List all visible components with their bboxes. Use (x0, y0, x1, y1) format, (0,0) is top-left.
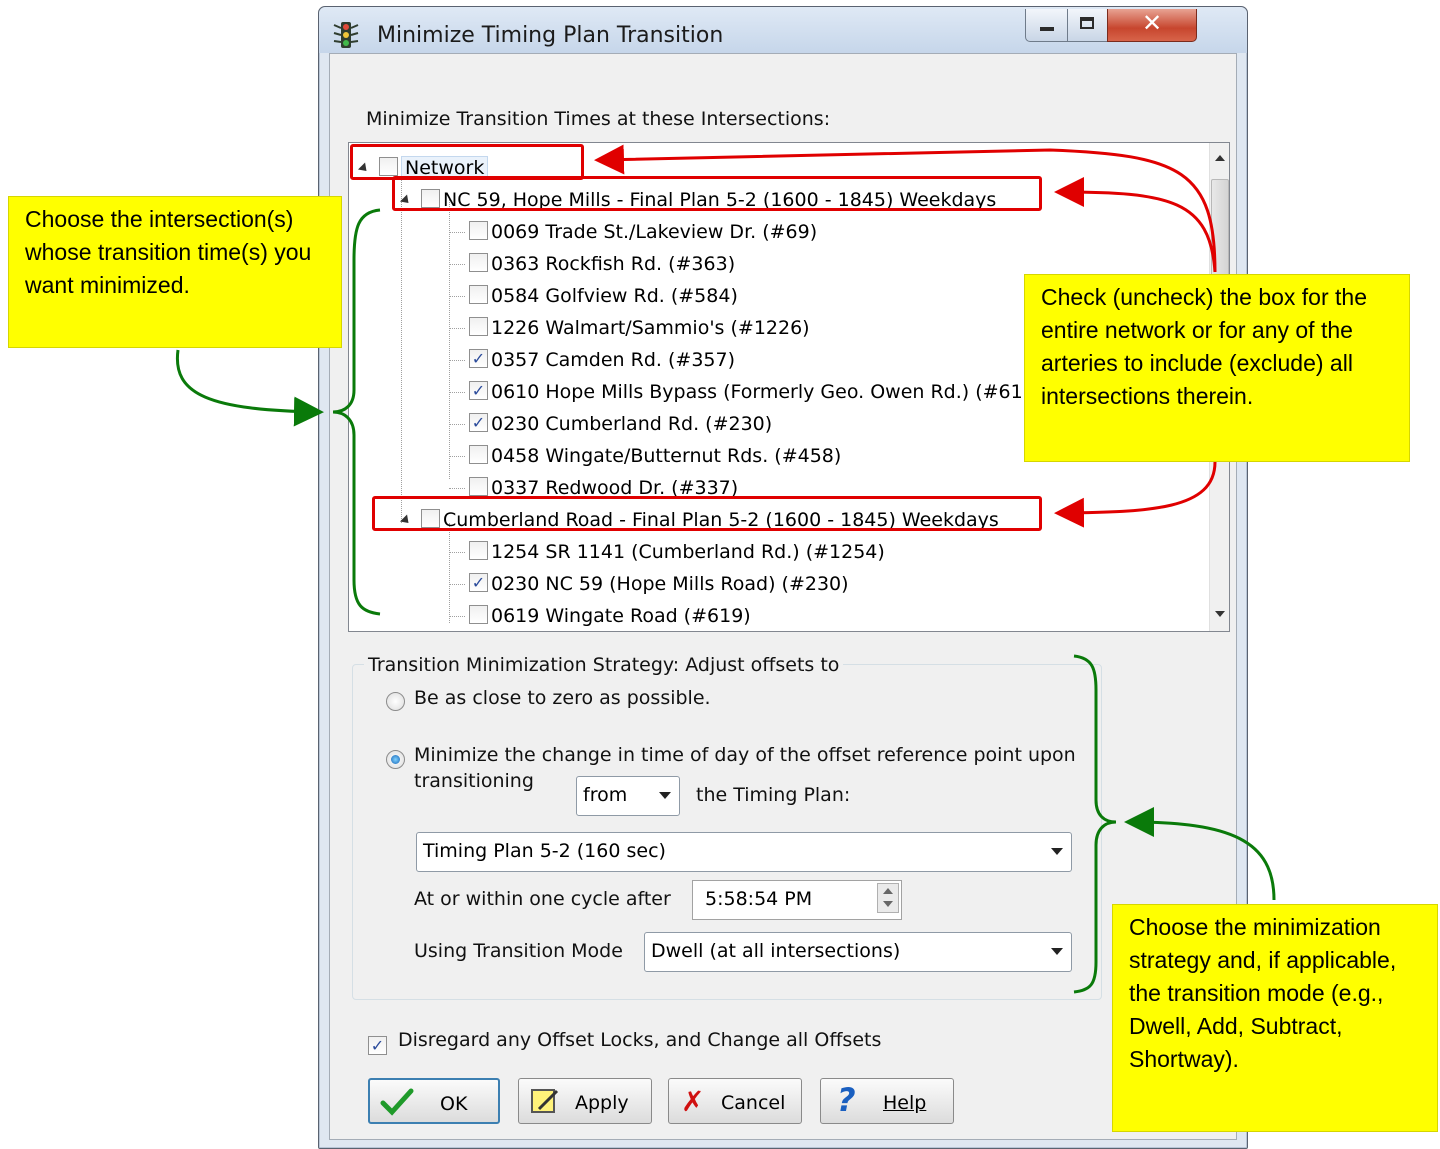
note-choose-strategy: Choose the minimization strategy and, if… (1112, 904, 1438, 1132)
red-arrow-artery2 (1054, 461, 1217, 528)
green-arrow-left (175, 349, 324, 427)
red-arrow-network (594, 144, 1217, 273)
red-arrow-artery1 (1054, 177, 1217, 273)
note-check-network: Check (uncheck) the box for the entire n… (1024, 274, 1410, 462)
green-bracket-right (1073, 654, 1117, 994)
note-choose-intersections: Choose the intersection(s) whose transit… (8, 196, 342, 348)
green-arrow-right (1124, 807, 1276, 901)
